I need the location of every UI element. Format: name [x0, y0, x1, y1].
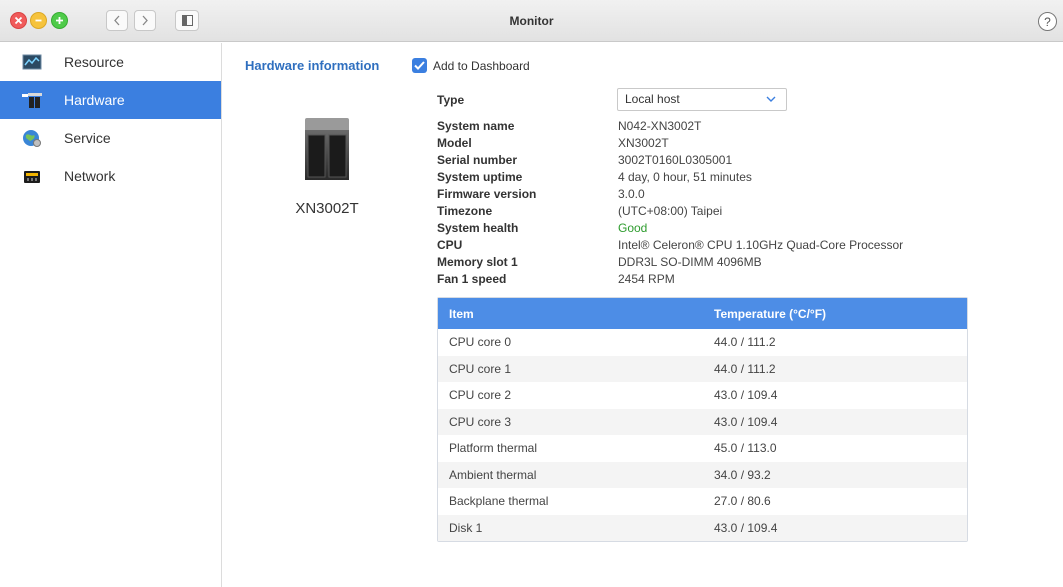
table-cell-temperature: 44.0 / 111.2 — [714, 361, 776, 376]
sidebar-item-network[interactable]: Network — [0, 157, 221, 195]
chevron-right-icon — [142, 15, 148, 26]
info-value-memory-slot-1: DDR3L SO-DIMM 4096MB — [618, 255, 762, 269]
sidebar-toggle-button[interactable] — [175, 10, 199, 31]
table-row[interactable]: Platform thermal 45.0 / 113.0 — [438, 435, 967, 462]
sidebar-item-resource[interactable]: Resource — [0, 43, 221, 81]
table-cell-temperature: 44.0 / 111.2 — [714, 335, 776, 350]
chevron-left-icon — [114, 15, 120, 26]
temperature-table: Item Temperature (°C/°F) CPU core 0 44.0… — [437, 297, 968, 542]
info-value-fan-1-speed: 2454 RPM — [618, 272, 675, 286]
table-cell-item: CPU core 3 — [449, 414, 512, 429]
info-label-memory-slot-1: Memory slot 1 — [437, 255, 518, 269]
window-title: Monitor — [509, 14, 554, 28]
table-cell-item: CPU core 2 — [449, 388, 512, 403]
type-select-value: Local host — [625, 92, 680, 106]
table-cell-item: Backplane thermal — [449, 494, 549, 509]
info-label-firmware-version: Firmware version — [437, 187, 537, 201]
info-label-type: Type — [437, 93, 465, 107]
chevron-down-icon — [766, 96, 776, 102]
help-icon: ? — [1044, 14, 1051, 29]
info-label-fan-1-speed: Fan 1 speed — [437, 272, 507, 286]
table-cell-item: Platform thermal — [449, 441, 538, 456]
table-header: Item Temperature (°C/°F) — [438, 298, 967, 329]
info-label-system-uptime: System uptime — [437, 170, 523, 184]
sidebar-item-label: Resource — [64, 54, 124, 70]
info-value-model: XN3002T — [618, 136, 669, 150]
device-model-label: XN3002T — [295, 200, 359, 217]
back-button[interactable] — [106, 10, 128, 31]
info-value-system-uptime: 4 day, 0 hour, 51 minutes — [618, 170, 752, 184]
maximize-icon[interactable] — [51, 12, 68, 29]
info-value-system-health: Good — [618, 221, 648, 235]
minimize-icon[interactable] — [30, 12, 47, 29]
table-row[interactable]: CPU core 3 43.0 / 109.4 — [438, 408, 967, 435]
add-to-dashboard-checkbox[interactable]: Add to Dashboard — [412, 58, 530, 73]
table-cell-temperature: 43.0 / 109.4 — [714, 414, 778, 429]
help-button[interactable]: ? — [1038, 12, 1057, 31]
sidebar-icon — [182, 15, 193, 26]
info-value-serial-number: 3002T0160L0305001 — [618, 153, 733, 167]
info-label-system-name: System name — [437, 119, 515, 133]
sidebar-item-hardware[interactable]: Hardware — [0, 81, 221, 119]
table-row[interactable]: CPU core 1 44.0 / 111.2 — [438, 355, 967, 382]
network-icon — [24, 171, 40, 183]
forward-button[interactable] — [134, 10, 156, 31]
table-cell-item: CPU core 0 — [449, 335, 512, 350]
info-value-timezone: (UTC+08:00) Taipei — [618, 204, 723, 218]
table-cell-temperature: 43.0 / 109.4 — [714, 520, 778, 535]
sidebar-item-label: Service — [64, 130, 111, 146]
close-icon[interactable] — [10, 12, 27, 29]
info-value-firmware-version: 3.0.0 — [618, 187, 645, 201]
table-cell-temperature: 27.0 / 80.6 — [714, 494, 771, 509]
title-bar: Monitor ? — [0, 0, 1063, 42]
table-row[interactable]: CPU core 2 43.0 / 109.4 — [438, 382, 967, 409]
table-row[interactable]: Disk 1 43.0 / 109.4 — [438, 514, 967, 541]
table-row[interactable]: Ambient thermal 34.0 / 93.2 — [438, 461, 967, 488]
add-to-dashboard-label: Add to Dashboard — [433, 58, 530, 73]
info-value-cpu: Intel® Celeron® CPU 1.10GHz Quad-Core Pr… — [618, 238, 904, 252]
table-cell-temperature: 45.0 / 113.0 — [714, 441, 777, 456]
nas-device-icon — [305, 118, 349, 180]
info-label-model: Model — [437, 136, 472, 150]
table-cell-item: Ambient thermal — [449, 467, 537, 482]
service-icon — [23, 130, 41, 147]
column-header-temperature[interactable]: Temperature (°C/°F) — [703, 307, 826, 321]
sidebar-item-label: Network — [64, 168, 116, 184]
info-label-timezone: Timezone — [437, 204, 493, 218]
check-icon[interactable] — [412, 58, 427, 73]
section-title: Hardware information — [245, 58, 380, 73]
column-header-item[interactable]: Item — [438, 307, 703, 321]
sidebar-item-service[interactable]: Service — [0, 119, 221, 157]
info-label-system-health: System health — [437, 221, 519, 235]
info-label-cpu: CPU — [437, 238, 463, 252]
sidebar: Resource Hardware Service Network — [0, 43, 222, 587]
resource-icon — [22, 54, 42, 70]
table-row[interactable]: Backplane thermal 27.0 / 80.6 — [438, 488, 967, 515]
sidebar-item-label: Hardware — [64, 92, 125, 108]
info-value-system-name: N042-XN3002T — [618, 119, 702, 133]
table-body: CPU core 0 44.0 / 111.2 CPU core 1 44.0 … — [438, 329, 967, 541]
table-cell-item: CPU core 1 — [449, 361, 512, 376]
info-label-serial-number: Serial number — [437, 153, 518, 167]
table-cell-temperature: 43.0 / 109.4 — [714, 388, 778, 403]
hardware-icon — [22, 93, 42, 108]
table-cell-temperature: 34.0 / 93.2 — [714, 467, 771, 482]
type-select[interactable]: Local host — [617, 88, 787, 111]
table-cell-item: Disk 1 — [449, 520, 483, 535]
table-row[interactable]: CPU core 0 44.0 / 111.2 — [438, 329, 967, 356]
